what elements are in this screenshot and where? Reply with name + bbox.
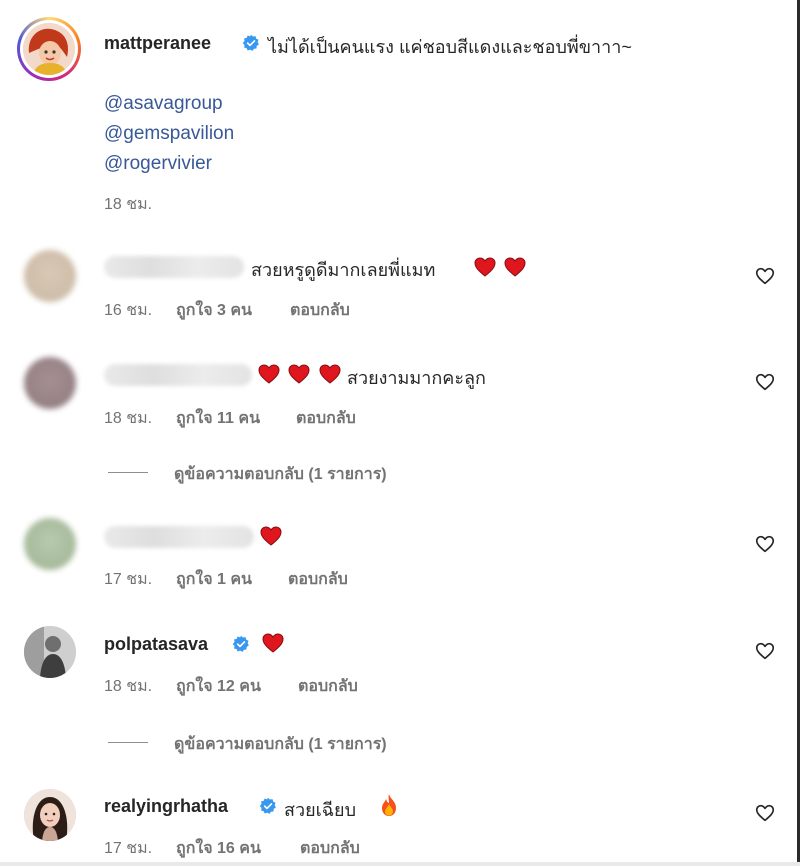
red-heart-emoji <box>319 364 341 384</box>
view-replies-divider <box>108 472 148 473</box>
comment-reply-button[interactable]: ตอบกลับ <box>296 406 356 431</box>
like-heart-outline-icon[interactable] <box>754 802 776 824</box>
verified-badge-icon <box>259 797 276 814</box>
comment-avatar[interactable] <box>24 789 76 841</box>
post-caption: ไม่ได้เป็นคนแรง แค่ชอบสีแดงและชอบพี่ขาาา… <box>268 37 632 57</box>
comment-like-count[interactable]: ถูกใจ 16 คน <box>176 836 261 861</box>
like-heart-outline-icon[interactable] <box>754 533 776 555</box>
red-heart-emoji <box>504 257 526 277</box>
comment-avatar[interactable] <box>24 518 76 570</box>
post-author-username[interactable]: mattperanee <box>104 33 211 54</box>
like-heart-outline-icon[interactable] <box>754 265 776 287</box>
comment-timestamp[interactable]: 18 ชม. <box>104 406 152 431</box>
comment-avatar[interactable] <box>24 250 76 302</box>
red-heart-emoji <box>474 257 496 277</box>
comment-like-count[interactable]: ถูกใจ 1 คน <box>176 567 252 592</box>
comment-username-blurred[interactable] <box>104 256 244 278</box>
comment-username[interactable]: polpatasava <box>104 634 208 655</box>
comment-reply-button[interactable]: ตอบกลับ <box>290 298 350 323</box>
post-timestamp[interactable]: 18 ชม. <box>104 192 152 217</box>
comment-username[interactable]: realyingrhatha <box>104 796 228 817</box>
comment-text: สวยงามมากคะลูก <box>347 368 486 388</box>
red-heart-emoji <box>260 526 282 546</box>
comment-like-count[interactable]: ถูกใจ 3 คน <box>176 298 252 323</box>
comment-reply-button[interactable]: ตอบกลับ <box>300 836 360 861</box>
comment-timestamp[interactable]: 17 ชม. <box>104 836 152 861</box>
comment-timestamp[interactable]: 17 ชม. <box>104 567 152 592</box>
comment-timestamp[interactable]: 16 ชม. <box>104 298 152 323</box>
like-heart-outline-icon[interactable] <box>754 371 776 393</box>
verified-badge-icon <box>232 635 249 652</box>
comment-like-count[interactable]: ถูกใจ 12 คน <box>176 674 261 699</box>
window-edge-bottom <box>0 862 800 866</box>
comment-like-count[interactable]: ถูกใจ 11 คน <box>176 406 260 431</box>
verified-badge-icon <box>242 34 259 51</box>
red-heart-emoji <box>288 364 310 384</box>
mention-link-rogervivier[interactable]: @rogervivier <box>104 153 212 175</box>
view-replies-divider <box>108 742 148 743</box>
comment-reply-button[interactable]: ตอบกลับ <box>288 567 348 592</box>
post-author-avatar[interactable] <box>17 17 81 81</box>
mention-link-gemspavilion[interactable]: @gemspavilion <box>104 123 234 145</box>
mention-link-asavagroup[interactable]: @asavagroup <box>104 93 223 115</box>
comment-text: สวยเฉียบ <box>284 800 357 820</box>
comment-avatar[interactable] <box>24 357 76 409</box>
comment-username-blurred[interactable] <box>104 364 252 386</box>
view-replies-button[interactable]: ดูข้อความตอบกลับ (1 รายการ) <box>174 732 387 757</box>
comment-text: สวยหรูดูดีมากเลยพี่แมท <box>251 260 436 280</box>
comment-username-blurred[interactable] <box>104 526 254 548</box>
like-heart-outline-icon[interactable] <box>754 640 776 662</box>
view-replies-button[interactable]: ดูข้อความตอบกลับ (1 รายการ) <box>174 462 387 487</box>
comment-reply-button[interactable]: ตอบกลับ <box>298 674 358 699</box>
red-heart-emoji <box>258 364 280 384</box>
comment-avatar[interactable] <box>24 626 76 678</box>
comment-timestamp[interactable]: 18 ชม. <box>104 674 152 699</box>
red-heart-emoji <box>262 633 284 653</box>
fire-emoji <box>382 794 396 816</box>
